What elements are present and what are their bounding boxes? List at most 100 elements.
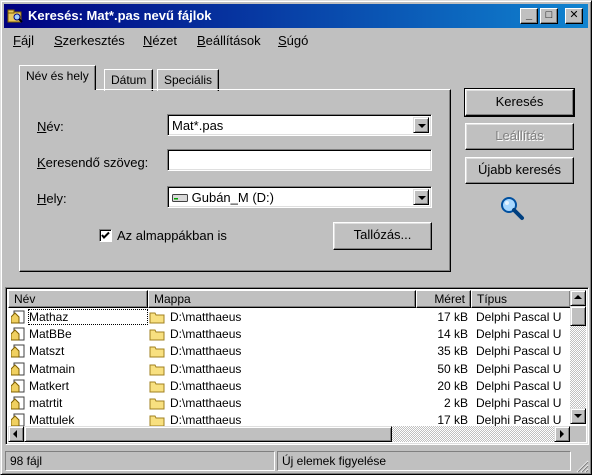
pascal-file-icon [11,379,25,393]
search-text-label-accel: K [37,155,46,170]
row-name: MatBBe [29,327,72,342]
column-header-size[interactable]: Méret [416,290,471,308]
location-combobox[interactable]: Gubán_M (D:) [167,186,432,208]
row-name: Matmain [29,361,76,376]
status-monitor: Új elemek figyelése [277,451,571,471]
menu-file-label: ájl [20,33,34,48]
folder-icon [149,364,165,376]
horizontal-scrollbar[interactable] [8,426,570,442]
name-dropdown-arrow-icon[interactable] [413,117,429,133]
resize-grip-icon[interactable] [575,459,589,473]
row-folder: D:\matthaeus [170,378,242,393]
pascal-file-icon [11,396,25,410]
stop-button[interactable]: Leállítás [465,123,574,150]
menu-edit-label: zerkesztés [62,33,125,48]
new-search-button[interactable]: Újabb keresés [465,157,574,184]
browse-button[interactable]: Tallózás... [333,222,432,250]
menu-edit-accel: S [54,33,63,48]
subfolders-label[interactable]: Az almappákban is [117,228,227,243]
find-window: Keresés: Mat*.pas nevű fájlok _ □ ✕ Fájl… [0,0,592,475]
scroll-up-icon[interactable] [570,290,586,306]
horizontal-scroll-thumb[interactable] [24,426,392,442]
pascal-file-icon [11,362,25,376]
subfolders-checkbox[interactable] [99,229,112,242]
row-type: Delphi Pascal U [476,327,562,342]
location-label-text: ely: [46,191,67,206]
magnifier-icon [501,197,524,220]
location-label: Hely: [37,191,67,206]
results-list[interactable]: Név Mappa Méret Típus Mathaz D:\matthaeus… [5,287,589,445]
folder-icon [149,312,165,324]
row-type: Delphi Pascal U [476,378,562,393]
tab-advanced[interactable]: Speciális [157,69,220,91]
vertical-scrollbar[interactable] [570,290,586,424]
table-row[interactable]: Matkert D:\matthaeus 20 kB Delphi Pascal U [8,378,568,395]
tab-date[interactable]: Dátum [104,69,154,91]
row-folder: D:\matthaeus [170,327,242,342]
minimize-button[interactable]: _ [520,8,538,24]
menu-bar: Fájl Szerkesztés Nézet Beállítások Súgó [4,29,588,51]
table-row[interactable]: Matszt D:\matthaeus 35 kB Delphi Pascal U [8,343,568,360]
close-button[interactable]: ✕ [565,8,583,24]
search-button[interactable]: Keresés [464,88,575,117]
row-name: Matkert [29,378,70,393]
row-name: Matszt [29,344,65,359]
window-title: Keresés: Mat*.pas nevű fájlok [28,8,212,23]
pascal-file-icon [11,344,25,358]
row-size: 14 kB [437,327,468,342]
pascal-file-icon [11,310,25,324]
column-header-type[interactable]: Típus [471,290,571,308]
drive-icon [172,194,188,202]
menu-settings[interactable]: Beállítások [197,33,261,48]
column-header-name[interactable]: Név [8,290,148,308]
folder-icon [149,398,165,410]
menu-view[interactable]: Nézet [143,33,177,48]
maximize-button[interactable]: □ [540,8,558,24]
find-app-icon [7,9,23,23]
pascal-file-icon [11,327,25,341]
tab-name-location[interactable]: Név és hely [19,65,96,90]
name-label-text: év: [46,119,64,134]
menu-edit[interactable]: Szerkesztés [54,33,125,48]
location-dropdown-arrow-icon[interactable] [413,189,429,205]
folder-icon [149,381,165,393]
location-value: Gubán_M (D:) [191,190,274,205]
row-type: Delphi Pascal U [476,361,562,376]
name-label-accel: N [37,119,47,134]
row-folder: D:\matthaeus [170,361,242,376]
row-name: Mathaz [28,309,148,325]
row-folder: D:\matthaeus [170,310,242,324]
folder-icon [149,329,165,341]
title-bar[interactable]: Keresés: Mat*.pas nevű fájlok _ □ ✕ [4,4,588,28]
column-header-folder[interactable]: Mappa [148,290,416,308]
search-text-label-text: eresendő szöveg: [45,155,149,170]
row-type: Delphi Pascal U [476,396,562,410]
menu-view-label: ézet [152,33,177,48]
location-label-accel: H [37,191,47,206]
scroll-down-icon[interactable] [570,408,586,424]
scroll-left-icon[interactable] [8,426,24,442]
folder-icon [149,346,165,358]
row-type: Delphi Pascal U [476,310,562,324]
row-name: matrtit [29,396,63,410]
scroll-right-icon[interactable] [554,426,570,442]
minimize-icon: _ [525,9,533,21]
vertical-scroll-thumb[interactable] [570,306,586,326]
row-size: 50 kB [437,361,468,376]
row-size: 35 kB [437,344,468,359]
menu-file[interactable]: Fájl [13,33,34,48]
search-text-input[interactable] [167,149,432,171]
row-folder: D:\matthaeus [170,344,242,359]
maximize-icon: □ [545,9,553,21]
row-type: Delphi Pascal U [476,344,562,359]
name-combobox[interactable]: Mat*.pas [167,114,432,136]
menu-help-accel: S [278,33,287,48]
menu-help-label: úgó [286,33,309,48]
table-row[interactable]: Mathaz D:\matthaeus 17 kB Delphi Pascal U [8,309,568,326]
menu-view-accel: N [143,33,153,48]
name-label: Név: [37,119,64,134]
table-row[interactable]: MatBBe D:\matthaeus 14 kB Delphi Pascal U [8,326,568,343]
table-row[interactable]: Matmain D:\matthaeus 50 kB Delphi Pascal U [8,361,568,378]
table-row[interactable]: matrtit D:\matthaeus 2 kB Delphi Pascal U [8,395,568,412]
menu-help[interactable]: Súgó [278,33,308,48]
